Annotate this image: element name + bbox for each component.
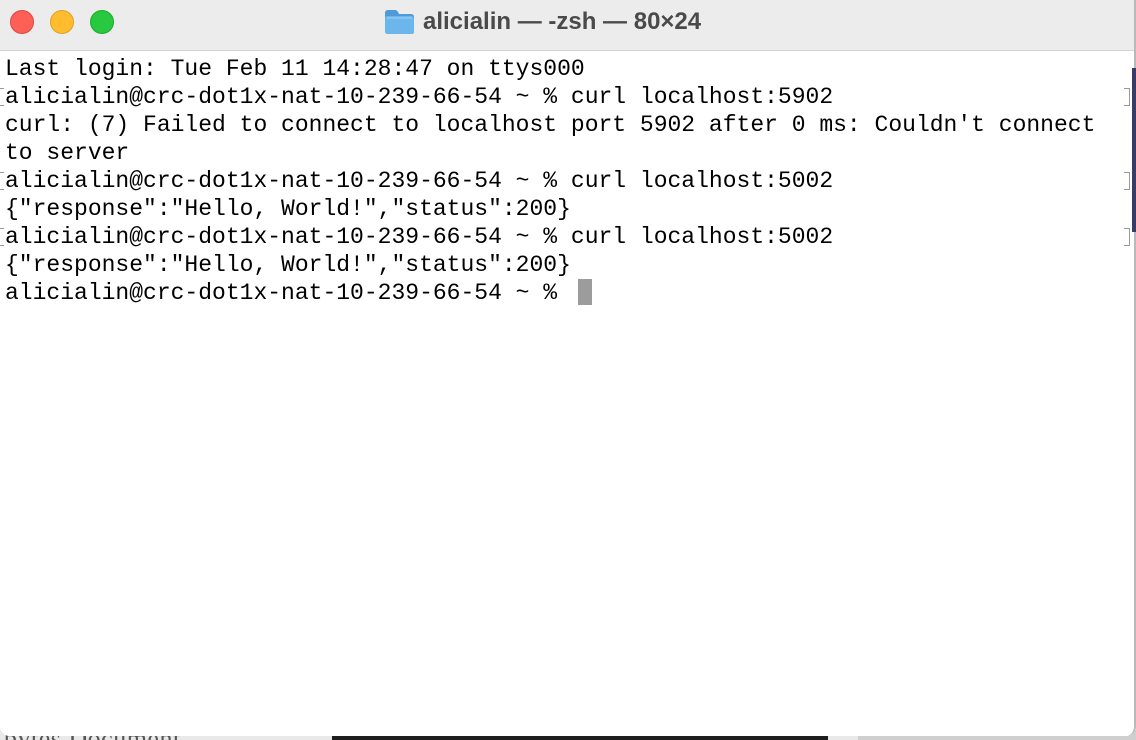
- close-button[interactable]: [10, 10, 34, 34]
- command-mark-left: [0, 172, 4, 190]
- title-bar[interactable]: alicialin — -zsh — 80×24: [0, 0, 1134, 51]
- terminal-line: alicialin@crc-dot1x-nat-10-239-66-54 ~ %…: [5, 224, 834, 250]
- zoom-button[interactable]: [90, 10, 114, 34]
- terminal-line: Last login: Tue Feb 11 14:28:47 on ttys0…: [5, 56, 585, 82]
- terminal-line: alicialin@crc-dot1x-nat-10-239-66-54 ~ %…: [5, 168, 834, 194]
- terminal-line: to server: [5, 140, 130, 166]
- command-mark-right: [1124, 228, 1130, 246]
- window-title: alicialin — -zsh — 80×24: [423, 8, 702, 35]
- command-mark-right: [1124, 172, 1130, 190]
- folder-icon: [384, 9, 415, 35]
- terminal-prompt[interactable]: alicialin@crc-dot1x-nat-10-239-66-54 ~ %: [5, 279, 571, 307]
- scrollbar-edge[interactable]: [1132, 68, 1136, 232]
- minimize-button[interactable]: [50, 10, 74, 34]
- command-mark-left: [0, 88, 4, 106]
- text-cursor: [578, 279, 592, 305]
- command-mark-right: [1124, 88, 1130, 106]
- terminal-output[interactable]: Last login: Tue Feb 11 14:28:47 on ttys0…: [0, 51, 1134, 736]
- terminal-line: curl: (7) Failed to connect to localhost…: [5, 112, 1096, 138]
- command-mark-left: [0, 228, 4, 246]
- terminal-window[interactable]: alicialin — -zsh — 80×24 Last login: Tue…: [0, 0, 1136, 736]
- terminal-line: alicialin@crc-dot1x-nat-10-239-66-54 ~ %…: [5, 84, 834, 110]
- terminal-line: {"response":"Hello, World!","status":200…: [5, 196, 571, 222]
- window-title-group: alicialin — -zsh — 80×24: [384, 6, 701, 38]
- terminal-line: {"response":"Hello, World!","status":200…: [5, 252, 571, 278]
